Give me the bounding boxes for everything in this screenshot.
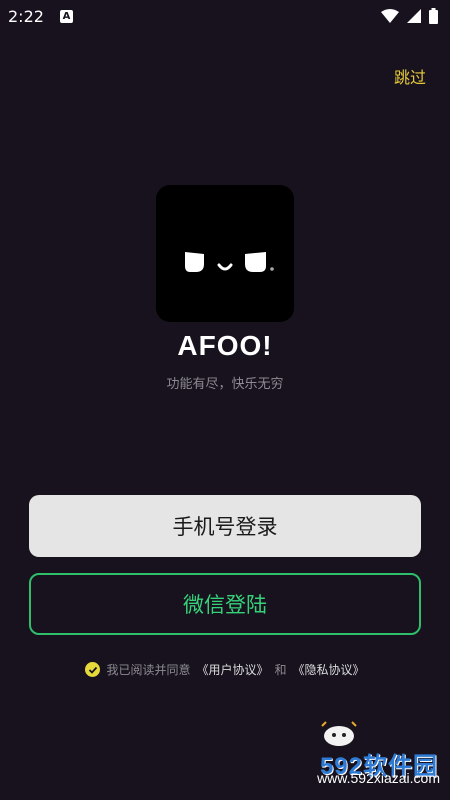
agreement-and: 和: [274, 663, 287, 677]
status-time: 2:22: [8, 6, 44, 26]
check-icon: [88, 666, 98, 674]
agreement-row: 我已阅读并同意 《用户协议》 和 《隐私协议》: [0, 661, 450, 678]
privacy-agreement-link[interactable]: 《隐私协议》: [293, 661, 365, 678]
agreement-checkbox[interactable]: [85, 662, 101, 677]
watermark: 592软件园 www.592xiazai.com: [245, 718, 450, 800]
mascot-icon: [321, 721, 357, 746]
agreement-text: 我已阅读并同意: [106, 663, 191, 677]
app-notification-icon: A: [59, 9, 73, 23]
wechat-login-button[interactable]: 微信登陆: [29, 573, 421, 635]
face-icon: [185, 252, 274, 272]
phone-login-button[interactable]: 手机号登录: [29, 495, 421, 557]
wifi-icon: [381, 9, 399, 23]
watermark-url: www.592xiazai.com: [317, 770, 440, 786]
signal-icon: [407, 9, 421, 23]
status-bar: 2:22 A: [0, 0, 450, 32]
battery-icon: [429, 8, 438, 24]
user-agreement-link[interactable]: 《用户协议》: [196, 661, 268, 678]
app-name: AFOO!: [177, 330, 273, 361]
app-logo: [156, 185, 294, 322]
app-slogan: 功能有尽，快乐无穷: [166, 377, 284, 392]
skip-button[interactable]: 跳过: [394, 64, 426, 88]
